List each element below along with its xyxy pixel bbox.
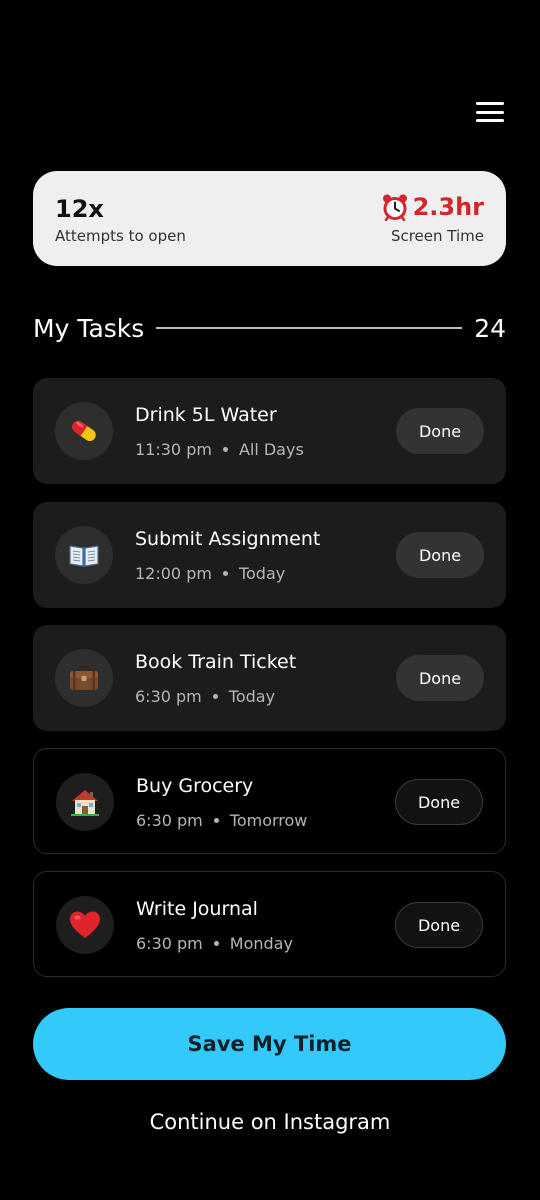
attempts-label: Attempts to open (55, 227, 186, 245)
task-time: 12:00 pm (135, 564, 212, 583)
attempts-stat: 12x Attempts to open (55, 195, 186, 245)
house-icon (56, 773, 114, 831)
task-title: Drink 5L Water (135, 404, 277, 426)
task-card: Submit Assignment 12:00 pm Today Done (33, 502, 506, 608)
separator-dot (213, 941, 219, 946)
done-button[interactable]: Done (396, 532, 484, 578)
task-time: 11:30 pm (135, 440, 212, 459)
task-meta: 6:30 pm Monday (136, 934, 293, 953)
screen-time-label: Screen Time (390, 227, 484, 245)
heart-icon (56, 896, 114, 954)
save-my-time-button[interactable]: Save My Time (33, 1008, 506, 1080)
task-meta: 12:00 pm Today (135, 564, 285, 583)
separator-dot (222, 447, 228, 452)
section-title: My Tasks (33, 313, 145, 343)
task-meta: 6:30 pm Tomorrow (136, 811, 307, 830)
task-meta: 6:30 pm Today (135, 687, 275, 706)
hamburger-menu-icon[interactable] (472, 98, 508, 126)
menu-line (476, 110, 504, 114)
task-title: Write Journal (136, 898, 258, 920)
task-card: Write Journal 6:30 pm Monday Done (33, 871, 506, 977)
task-meta: 11:30 pm All Days (135, 440, 304, 459)
task-count: 24 (474, 313, 506, 343)
task-title: Submit Assignment (135, 528, 321, 550)
briefcase-icon (55, 649, 113, 707)
screen-time-stat: 2.3hr Screen Time (381, 193, 484, 245)
separator-dot (213, 818, 219, 823)
pill-icon (55, 402, 113, 460)
done-button[interactable]: Done (396, 655, 484, 701)
open-book-icon (55, 526, 113, 584)
task-when: All Days (238, 440, 304, 459)
task-when: Today (238, 564, 286, 583)
app-screen: 12x Attempts to open 2.3hr Screen Time M… (0, 0, 540, 1200)
menu-line (476, 102, 504, 105)
task-card: Book Train Ticket 6:30 pm Today Done (33, 625, 506, 731)
done-button[interactable]: Done (396, 408, 484, 454)
done-button[interactable]: Done (395, 779, 483, 825)
task-when: Today (228, 687, 276, 706)
separator-dot (222, 571, 228, 576)
menu-line (476, 119, 504, 122)
task-title: Book Train Ticket (135, 651, 297, 673)
section-divider (156, 327, 463, 329)
task-title: Buy Grocery (136, 775, 254, 797)
task-time: 6:30 pm (136, 811, 203, 830)
alarm-clock-icon (381, 193, 409, 222)
attempts-value: 12x (55, 195, 104, 223)
continue-instagram-link[interactable]: Continue on Instagram (0, 1110, 540, 1134)
task-time: 6:30 pm (136, 934, 203, 953)
tasks-section-header: My Tasks 24 (33, 308, 506, 348)
separator-dot (212, 694, 218, 699)
task-card: Drink 5L Water 11:30 pm All Days Done (33, 378, 506, 484)
stats-card: 12x Attempts to open 2.3hr Screen Time (33, 171, 506, 266)
task-card: Buy Grocery 6:30 pm Tomorrow Done (33, 748, 506, 854)
task-time: 6:30 pm (135, 687, 202, 706)
task-when: Monday (229, 934, 293, 953)
task-when: Tomorrow (229, 811, 308, 830)
done-button[interactable]: Done (395, 902, 483, 948)
screen-time-value: 2.3hr (412, 193, 484, 221)
